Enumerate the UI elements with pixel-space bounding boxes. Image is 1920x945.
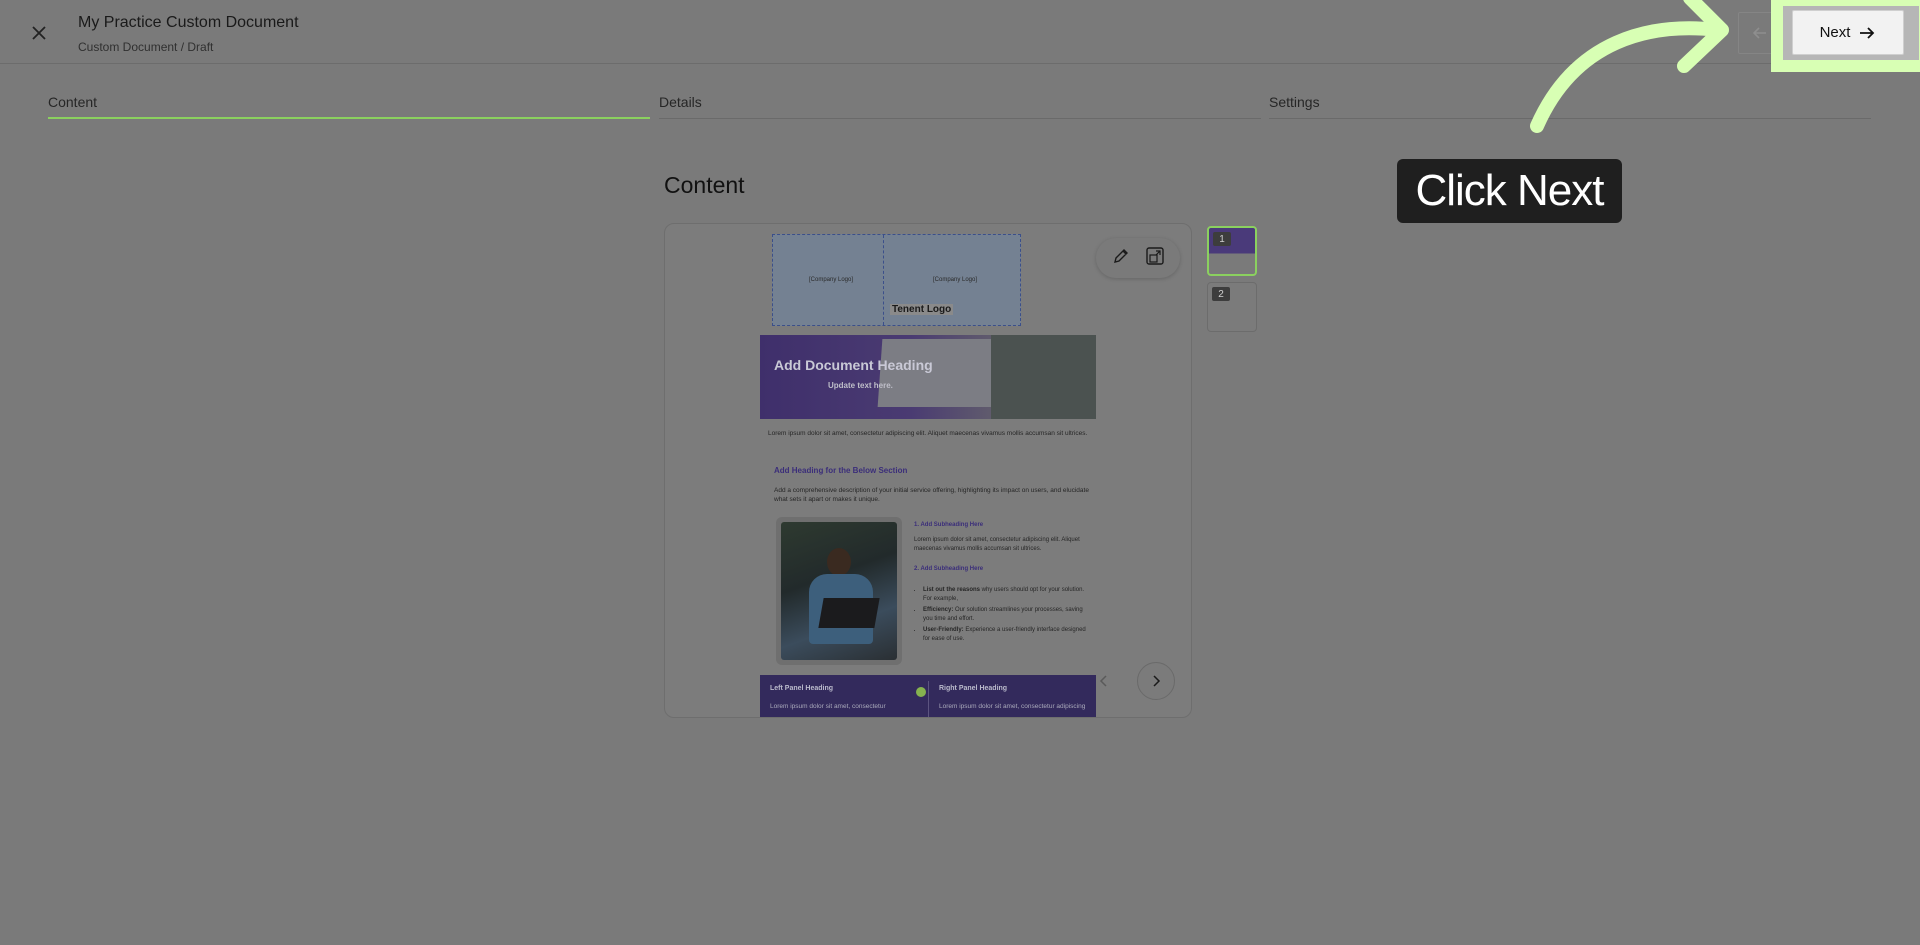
- chevron-left-icon: [1099, 675, 1107, 687]
- section-photo[interactable]: [776, 517, 902, 665]
- next-button[interactable]: Next: [1792, 10, 1904, 55]
- logo-placeholder: [Company Logo]: [933, 277, 978, 283]
- close-icon[interactable]: [26, 20, 52, 46]
- subheading-2: 2. Add Subheading Here: [914, 566, 984, 572]
- section-heading: Add Heading for the Below Section: [774, 466, 908, 475]
- next-page-button[interactable]: [1137, 662, 1175, 700]
- arrow-left-icon: [1752, 27, 1766, 39]
- status-dot: [916, 687, 926, 697]
- page-title: Content: [664, 172, 745, 198]
- document-title: My Practice Custom Document: [78, 14, 299, 31]
- reason-list: List out the reasons why users should op…: [911, 586, 1091, 646]
- tutorial-callout: Click Next: [1397, 159, 1622, 223]
- panel-divider: [928, 681, 929, 717]
- page-number: 1: [1213, 232, 1231, 246]
- tab-content[interactable]: Content: [48, 94, 97, 118]
- replace-image-icon[interactable]: [1145, 246, 1165, 271]
- right-panel-heading: Right Panel Heading: [939, 685, 1008, 692]
- arrow-right-icon: [1860, 26, 1875, 39]
- left-panel-text: Lorem ipsum dolor sit amet, consectetur: [770, 703, 886, 710]
- left-panel-heading: Left Panel Heading: [770, 685, 834, 692]
- breadcrumb: Custom Document / Draft: [78, 40, 214, 54]
- subheading-1-text: Lorem ipsum dolor sit amet, consectetur …: [914, 537, 1080, 552]
- page-number: 2: [1212, 287, 1230, 301]
- banner-heading: Add Document Heading: [774, 357, 933, 373]
- list-item: User-Friendly: Experience a user-friendl…: [923, 626, 1091, 644]
- tab-settings-indicator: [1269, 118, 1871, 119]
- next-button-label: Next: [1819, 24, 1851, 41]
- tab-details-indicator: [659, 118, 1261, 119]
- document-preview[interactable]: [Company Logo] [Company Logo] Tenent Log…: [664, 223, 1192, 718]
- two-panel-section[interactable]: Left Panel Heading Lorem ipsum dolor sit…: [760, 675, 1096, 717]
- list-item: List out the reasons why users should op…: [923, 586, 1091, 604]
- logo-divider: [883, 235, 884, 325]
- intro-text: Lorem ipsum dolor sit amet, consectetur …: [768, 430, 1088, 437]
- page-thumbnail-1[interactable]: 1: [1207, 226, 1257, 276]
- pencil-icon[interactable]: [1112, 247, 1130, 270]
- tenant-logo-label: Tenent Logo: [890, 304, 954, 315]
- chevron-right-icon: [1153, 675, 1161, 687]
- logo-placeholder: [Company Logo]: [809, 277, 854, 283]
- banner-image: [877, 339, 998, 407]
- block-toolbar: [1096, 238, 1180, 278]
- right-panel-text: Lorem ipsum dolor sit amet, consectetur …: [939, 703, 1086, 710]
- section-description: Add a comprehensive description of your …: [774, 487, 1089, 503]
- banner-photo: [991, 335, 1096, 419]
- top-bar: My Practice Custom Document Custom Docum…: [0, 0, 1920, 64]
- document-banner[interactable]: Add Document Heading Update text here.: [760, 335, 1096, 419]
- subheading-1: 1. Add Subheading Here: [914, 522, 984, 528]
- tab-content-indicator: [48, 117, 650, 119]
- tab-settings[interactable]: Settings: [1269, 94, 1320, 118]
- tab-details[interactable]: Details: [659, 94, 702, 118]
- previous-page-button[interactable]: [1085, 662, 1123, 700]
- banner-subheading: Update text here.: [828, 381, 893, 390]
- list-item: Efficiency: Our solution streamlines you…: [923, 606, 1091, 624]
- page-thumbnail-2[interactable]: 2: [1207, 282, 1257, 332]
